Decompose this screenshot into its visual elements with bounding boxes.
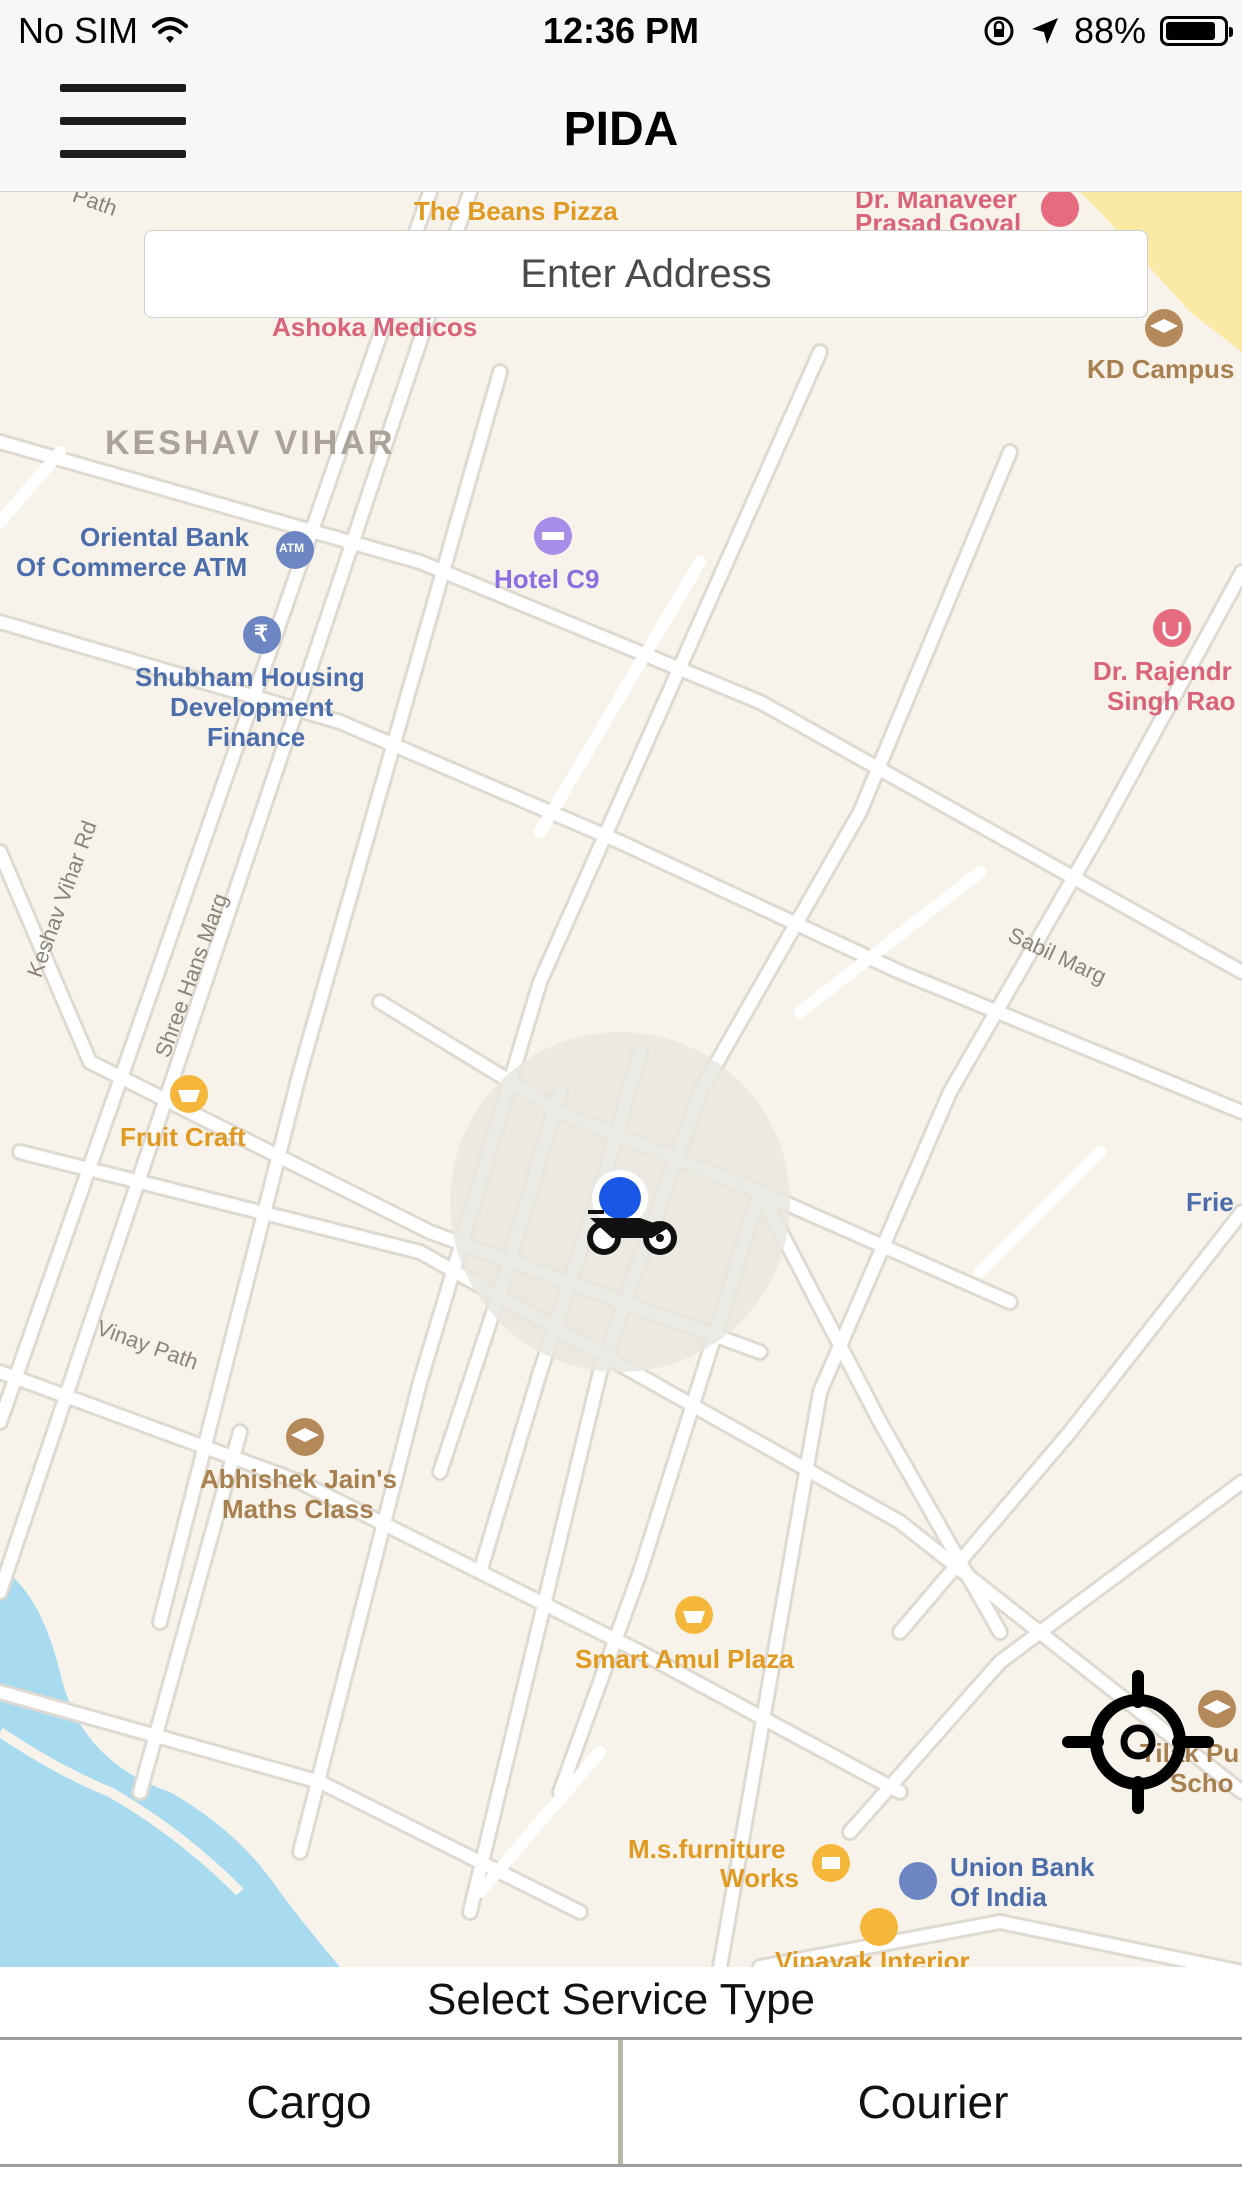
- street-label: Shree Hans Marg: [150, 889, 233, 1061]
- place-label: Frie: [1186, 1187, 1234, 1217]
- orientation-lock-icon: [984, 16, 1014, 46]
- cargo-button[interactable]: Cargo: [0, 2040, 618, 2164]
- place-label: Of Commerce ATM: [16, 552, 248, 582]
- service-type-panel: Select Service Type Cargo Courier: [0, 1967, 1242, 2208]
- place-label: Finance: [207, 722, 306, 752]
- street-label: Sabil Marg: [1004, 922, 1111, 990]
- service-type-title: Select Service Type: [426, 1975, 816, 2024]
- status-bar: No SIM 12:36 PM 88%: [0, 0, 1242, 62]
- place-label: KD Campus: [1087, 354, 1235, 384]
- atm-badge: ATM: [279, 541, 305, 555]
- area-label: KESHAV VIHAR: [105, 424, 396, 462]
- street-label: Vinay Path: [93, 1315, 202, 1375]
- place-label: Development: [170, 692, 334, 722]
- address-search-input[interactable]: [144, 230, 1148, 318]
- divider: [618, 2040, 623, 2166]
- rupee-symbol: ₹: [254, 621, 268, 646]
- street-label: Keshav Vihar Rd: [22, 817, 102, 981]
- street-label: Path: [69, 192, 121, 221]
- battery-icon: [1160, 16, 1233, 46]
- place-label: Abhishek Jain's: [200, 1464, 397, 1494]
- navigation-bar: PIDA: [0, 62, 1242, 192]
- place-label: Union Bank: [950, 1852, 1095, 1882]
- status-right: 88%: [982, 10, 1233, 52]
- place-label: Smart Amul Plaza: [575, 1644, 794, 1674]
- place-label: Fruit Craft: [120, 1122, 246, 1152]
- battery-fill: [1166, 22, 1215, 40]
- map-labels: KESHAV VIHAR The Beans Pizza Ashoka Medi…: [0, 192, 1242, 1967]
- place-label: The Beans Pizza: [414, 196, 618, 226]
- place-label: Works: [720, 1863, 799, 1893]
- place-label: Dr. Rajendr: [1093, 656, 1232, 686]
- location-arrow-icon: [1031, 18, 1058, 44]
- place-label: M.s.furniture: [628, 1834, 786, 1864]
- divider: [0, 2164, 1242, 2167]
- crosshair-target-icon[interactable]: [1058, 1662, 1218, 1822]
- place-label: Singh Rao: [1107, 686, 1236, 716]
- courier-button[interactable]: Courier: [624, 2040, 1242, 2164]
- battery-percent: 88%: [1073, 10, 1146, 51]
- place-label: Vinayak Interior: [775, 1946, 970, 1967]
- place-label: Maths Class: [222, 1494, 374, 1524]
- place-label: Shubham Housing: [135, 662, 365, 692]
- map-view[interactable]: KESHAV VIHAR The Beans Pizza Ashoka Medi…: [0, 192, 1242, 1967]
- place-label: Of India: [950, 1882, 1047, 1912]
- place-label: Oriental Bank: [80, 522, 250, 552]
- page-title: PIDA: [563, 103, 679, 156]
- place-label: Hotel C9: [494, 564, 600, 594]
